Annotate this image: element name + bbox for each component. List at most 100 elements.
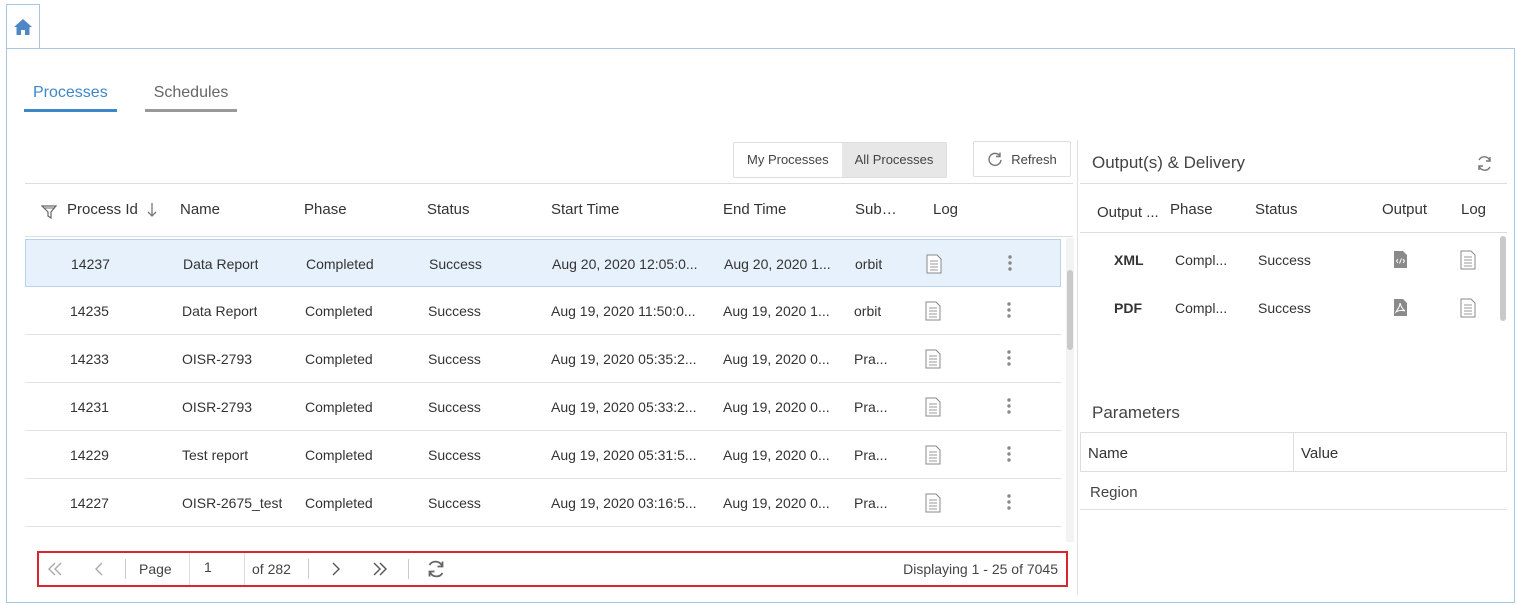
- row-status: Success: [429, 256, 482, 272]
- log-icon[interactable]: [925, 445, 941, 465]
- refresh-button[interactable]: Refresh: [973, 141, 1071, 177]
- row-name: Data Report: [182, 303, 258, 319]
- col-process-id[interactable]: Process Id: [67, 201, 138, 218]
- row-sub: orbit: [855, 256, 883, 272]
- grid-scrollbar-thumb[interactable]: [1067, 270, 1073, 350]
- more-icon[interactable]: [1006, 493, 1012, 511]
- more-icon[interactable]: [1006, 445, 1012, 463]
- row-end-time: Aug 20, 2020 1...: [724, 256, 831, 272]
- table-row[interactable]: 14227 OISR-2675_test Completed Success Aug 1…: [25, 479, 1061, 527]
- log-icon[interactable]: [925, 349, 941, 369]
- parameter-row[interactable]: Region: [1080, 472, 1507, 510]
- last-page-icon[interactable]: [372, 562, 388, 576]
- pagination-bar: Page 1 of 282 Displaying 1 - 25 of 7045: [37, 551, 1068, 587]
- param-col-value[interactable]: Value: [1301, 445, 1338, 462]
- table-row[interactable]: 14231 OISR-2793 Completed Success Aug 19, 20…: [25, 383, 1061, 431]
- process-grid: Process Id Name Phase Status Start Time …: [25, 183, 1073, 237]
- home-tab[interactable]: [6, 4, 40, 48]
- col-status[interactable]: Status: [427, 201, 470, 218]
- more-icon[interactable]: [1006, 301, 1012, 319]
- tab-schedules[interactable]: Schedules: [144, 80, 238, 112]
- row-sub: orbit: [854, 303, 882, 319]
- row-sub: Pra...: [854, 495, 888, 511]
- out-col-log[interactable]: Log: [1461, 201, 1486, 218]
- row-end-time: Aug 19, 2020 1...: [723, 303, 830, 319]
- output-type: PDF: [1114, 300, 1142, 316]
- grid-header: Process Id Name Phase Status Start Time …: [25, 183, 1073, 237]
- col-log[interactable]: Log: [933, 201, 958, 218]
- row-phase: Completed: [305, 303, 373, 319]
- row-start-time: Aug 19, 2020 11:50:0...: [551, 303, 696, 319]
- row-start-time: Aug 19, 2020 05:31:5...: [551, 447, 697, 463]
- output-row[interactable]: PDF Compl... Success: [1080, 284, 1498, 332]
- out-col-output-type[interactable]: Output ...: [1097, 204, 1159, 221]
- table-row[interactable]: 14229 Test report Completed Success Aug 19, …: [25, 431, 1061, 479]
- output-scrollbar-thumb[interactable]: [1500, 236, 1506, 321]
- table-row[interactable]: 14235 Data Report Completed Success Aug 19, …: [25, 287, 1061, 335]
- process-filter-toggle: My Processes All Processes: [733, 142, 948, 178]
- prev-page-icon[interactable]: [94, 562, 104, 576]
- panel-divider: [1077, 140, 1078, 595]
- next-page-icon[interactable]: [331, 562, 341, 576]
- row-status: Success: [428, 495, 481, 511]
- log-icon[interactable]: [925, 397, 941, 417]
- output-grid-header: Output ... Phase Status Output Log: [1080, 183, 1507, 233]
- row-end-time: Aug 19, 2020 0...: [723, 399, 830, 415]
- more-icon[interactable]: [1007, 254, 1013, 272]
- row-sub: Pra...: [854, 351, 888, 367]
- my-processes-button[interactable]: My Processes: [734, 143, 842, 177]
- all-processes-button[interactable]: All Processes: [841, 143, 947, 177]
- refresh-label: Refresh: [1011, 151, 1057, 167]
- row-process-id: 14229: [70, 447, 109, 463]
- log-icon[interactable]: [1460, 298, 1476, 318]
- col-end-time[interactable]: End Time: [723, 201, 786, 218]
- more-icon[interactable]: [1006, 349, 1012, 367]
- row-status: Success: [428, 447, 481, 463]
- log-icon[interactable]: [926, 254, 942, 274]
- first-page-icon[interactable]: [47, 562, 63, 576]
- row-status: Success: [428, 303, 481, 319]
- output-phase: Compl...: [1175, 252, 1228, 268]
- col-start-time[interactable]: Start Time: [551, 201, 619, 218]
- row-process-id: 14233: [70, 351, 109, 367]
- param-col-name[interactable]: Name: [1088, 445, 1128, 462]
- row-name: Test report: [182, 447, 249, 463]
- row-name: OISR-2675_test: [182, 495, 283, 511]
- row-status: Success: [428, 399, 481, 415]
- log-icon[interactable]: [1460, 250, 1476, 270]
- sort-down-icon[interactable]: [147, 202, 157, 218]
- row-phase: Completed: [305, 495, 373, 511]
- col-name[interactable]: Name: [180, 201, 220, 218]
- output-row[interactable]: XML Compl... Success: [1080, 236, 1498, 284]
- row-start-time: Aug 19, 2020 03:16:5...: [551, 495, 697, 511]
- pdf-file-icon[interactable]: [1393, 298, 1408, 317]
- row-sub: Pra...: [854, 399, 888, 415]
- row-phase: Completed: [305, 351, 373, 367]
- row-sub: Pra...: [854, 447, 888, 463]
- refresh-icon: [988, 152, 1002, 166]
- output-status: Success: [1258, 252, 1311, 268]
- tab-processes[interactable]: Processes: [24, 80, 117, 112]
- xml-file-icon[interactable]: [1393, 250, 1408, 269]
- table-row[interactable]: 14233 OISR-2793 Completed Success Aug 19, 20…: [25, 335, 1061, 383]
- row-name: Data Report: [183, 256, 259, 272]
- col-phase[interactable]: Phase: [304, 201, 347, 218]
- output-title: Output(s) & Delivery: [1092, 153, 1246, 172]
- parameters-header: Name Value: [1080, 432, 1507, 472]
- row-phase: Completed: [306, 256, 374, 272]
- out-col-phase[interactable]: Phase: [1170, 201, 1213, 218]
- row-status: Success: [428, 351, 481, 367]
- out-col-status[interactable]: Status: [1255, 201, 1298, 218]
- log-icon[interactable]: [925, 301, 941, 321]
- param-name: Region: [1090, 484, 1138, 501]
- filter-icon[interactable]: [41, 204, 59, 220]
- table-row[interactable]: 14237 Data Report Completed Success Aug 20, …: [25, 239, 1061, 287]
- parameters-title: Parameters: [1092, 403, 1180, 422]
- more-icon[interactable]: [1006, 397, 1012, 415]
- reload-page-icon[interactable]: [426, 559, 446, 579]
- out-col-output[interactable]: Output: [1382, 201, 1427, 218]
- col-sub[interactable]: Sub…: [855, 201, 897, 218]
- output-refresh-icon[interactable]: [1476, 155, 1493, 172]
- page-number-input[interactable]: 1: [189, 553, 245, 585]
- log-icon[interactable]: [925, 493, 941, 513]
